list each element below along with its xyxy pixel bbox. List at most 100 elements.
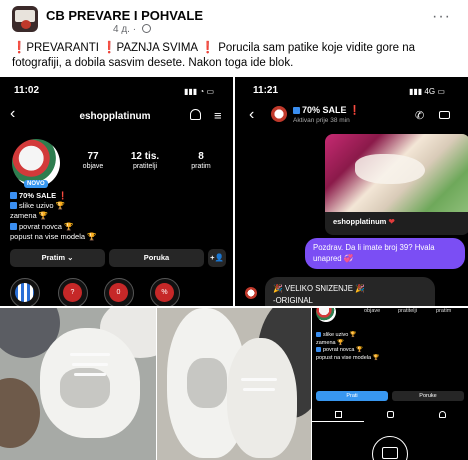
bell-icon bbox=[190, 109, 201, 120]
menu-icon: ≡ bbox=[214, 108, 222, 123]
bio-line: zamena 🏆 bbox=[10, 211, 49, 221]
status-time: 11:21 bbox=[253, 85, 279, 96]
post-time[interactable]: 4 д. bbox=[113, 24, 130, 35]
heart-icon: ❤ bbox=[388, 217, 395, 226]
follow-button[interactable]: Prati bbox=[316, 391, 388, 401]
stat-label: pratitelji bbox=[398, 308, 417, 314]
status-icons: ▮▮▮ 4G ▭ bbox=[409, 87, 445, 96]
arrow-icon bbox=[293, 107, 300, 114]
reels-icon bbox=[386, 411, 394, 418]
shoe-lace bbox=[241, 378, 277, 381]
tab-reels[interactable] bbox=[364, 408, 416, 422]
story-highlight[interactable]: 0 bbox=[104, 278, 134, 306]
grid-icon bbox=[334, 411, 342, 418]
shoe-detail bbox=[355, 154, 425, 184]
profile-bio: slike uzivo 🏆 zamena 🏆 povrat novca 🏆 po… bbox=[316, 332, 379, 362]
novo-badge: NOVO bbox=[24, 180, 48, 188]
stat-posts-label: objave bbox=[82, 163, 104, 170]
exclamation-icon: ❗ bbox=[58, 191, 68, 200]
photo-chat-screenshot[interactable]: 11:21 ▮▮▮ 4G ▭ ‹ 70% SALE ❗ Aktivan prij… bbox=[235, 77, 468, 306]
shared-post-caption: eshopplatinum ❤ bbox=[333, 217, 395, 226]
phone-icon: ✆ bbox=[415, 110, 425, 122]
photo-received-shoes-2[interactable] bbox=[157, 308, 311, 460]
more-options-icon[interactable]: ··· bbox=[432, 8, 451, 26]
shared-post-username: eshopplatinum bbox=[333, 217, 387, 226]
photo-profile-screenshot[interactable]: 11:02 ▮▮▮ ◔ ▭ ‹ eshopplatinum ≡ NOVO 77 … bbox=[0, 77, 233, 306]
exclamation-icon: ❗ bbox=[200, 42, 215, 54]
camera-icon bbox=[372, 436, 408, 460]
exclamation-icon: ❗ bbox=[349, 105, 361, 115]
stat-label: pratim bbox=[436, 308, 452, 314]
photo-received-shoes-1[interactable] bbox=[0, 308, 156, 460]
stat-label: objave bbox=[364, 308, 381, 314]
bio-line: slike uzivo 🏆 bbox=[323, 332, 357, 338]
stat-following-label: pratim bbox=[191, 163, 211, 170]
received-message-line: 🎉 VELIKO SNIZENJE 🎉 bbox=[273, 284, 365, 293]
tab-grid[interactable] bbox=[312, 408, 364, 422]
add-person-button[interactable]: +👤 bbox=[208, 249, 226, 267]
arrow-icon bbox=[316, 332, 321, 337]
stat-posts: 77 objave bbox=[68, 151, 118, 170]
bio-line: zamena 🏆 bbox=[316, 339, 344, 346]
profile-username: eshopplatinum bbox=[79, 111, 151, 122]
sent-message: Pozdrav. Da li imate broj 39? Hvala unap… bbox=[305, 238, 465, 269]
post-meta: 4 д. · bbox=[113, 24, 151, 35]
shoe-lace bbox=[72, 363, 108, 366]
post-header: CB PREVARE I POHVALE 4 д. · ··· bbox=[0, 0, 468, 40]
exclamation-icon: ❗ bbox=[12, 42, 27, 54]
tab-tagged[interactable] bbox=[416, 408, 468, 422]
stat-followers-num: 12 tis. bbox=[130, 151, 160, 162]
bio-line: povrat novca 🏆 bbox=[323, 347, 363, 354]
arrow-icon bbox=[10, 202, 17, 210]
story-highlight[interactable]: % bbox=[150, 278, 180, 306]
status-time: 11:02 bbox=[14, 85, 40, 96]
shoe-lace bbox=[243, 388, 275, 391]
bio-title: 70% SALE bbox=[19, 191, 57, 200]
photo-profile-screenshot-2[interactable]: objave pratitelji pratim slike uzivo 🏆 z… bbox=[312, 308, 468, 460]
chat-active-status: Aktivan prije 38 min bbox=[293, 117, 350, 124]
stat-following-num: 8 bbox=[198, 151, 204, 162]
back-arrow-icon: ‹ bbox=[249, 106, 255, 123]
story-highlight[interactable]: ? bbox=[58, 278, 88, 306]
profile-tabs bbox=[312, 408, 468, 422]
globe-icon bbox=[141, 24, 151, 33]
arrow-icon bbox=[10, 192, 17, 199]
highlight-icon: ? bbox=[63, 283, 82, 302]
highlight-icon: % bbox=[155, 283, 174, 302]
shoe-shadow bbox=[187, 358, 227, 408]
post-text-prefix: PREVARANTI bbox=[26, 42, 99, 54]
video-icon bbox=[439, 111, 450, 119]
shared-post: eshopplatinum ❤ bbox=[325, 134, 468, 235]
story-highlight[interactable] bbox=[10, 278, 40, 306]
message-button[interactable]: Poruke bbox=[392, 391, 464, 401]
back-arrow-icon: ‹ bbox=[10, 105, 16, 122]
tagged-icon bbox=[438, 411, 446, 418]
message-button[interactable]: Poruka bbox=[109, 249, 204, 267]
highlight-icon: 0 bbox=[109, 283, 128, 302]
group-name[interactable]: CB PREVARE I POHVALE bbox=[46, 8, 203, 23]
group-avatar[interactable] bbox=[12, 6, 38, 32]
shoe-image bbox=[227, 338, 297, 458]
stat-followers: 12 tis. pratitelji bbox=[120, 151, 170, 170]
background-object bbox=[0, 378, 40, 448]
stat-posts-num: 77 bbox=[87, 151, 99, 162]
chat-name: 70% SALE ❗ bbox=[293, 105, 360, 116]
follow-button[interactable]: Pratim ⌄ bbox=[10, 249, 105, 267]
received-message-line: -ORIGINAL bbox=[273, 296, 313, 305]
meta-separator: · bbox=[132, 24, 137, 35]
shoe-lace bbox=[74, 373, 106, 376]
post-text-warning: PAZNJA SVIMA bbox=[116, 42, 198, 54]
chat-avatar bbox=[271, 106, 287, 122]
profile-picture bbox=[316, 308, 336, 322]
arrow-icon bbox=[10, 222, 17, 230]
profile-bio: 70% SALE ❗ slike uzivo 🏆 zamena 🏆 povrat… bbox=[10, 191, 190, 242]
photo-grid: 11:02 ▮▮▮ ◔ ▭ ‹ eshopplatinum ≡ NOVO 77 … bbox=[0, 77, 468, 460]
bio-line: popust na vise modela 🏆 bbox=[10, 231, 97, 241]
chat-name-text: 70% SALE bbox=[302, 105, 347, 115]
bio-line: slike uzivo 🏆 bbox=[19, 201, 66, 211]
stat-following: 8 pratim bbox=[176, 151, 226, 170]
status-icons: ▮▮▮ ◔ ▭ bbox=[184, 87, 215, 96]
highlight-icon bbox=[15, 283, 34, 302]
received-message: 🎉 VELIKO SNIZENJE 🎉 -ORIGINAL bbox=[265, 277, 435, 306]
bio-line: povrat novca 🏆 bbox=[19, 221, 74, 231]
